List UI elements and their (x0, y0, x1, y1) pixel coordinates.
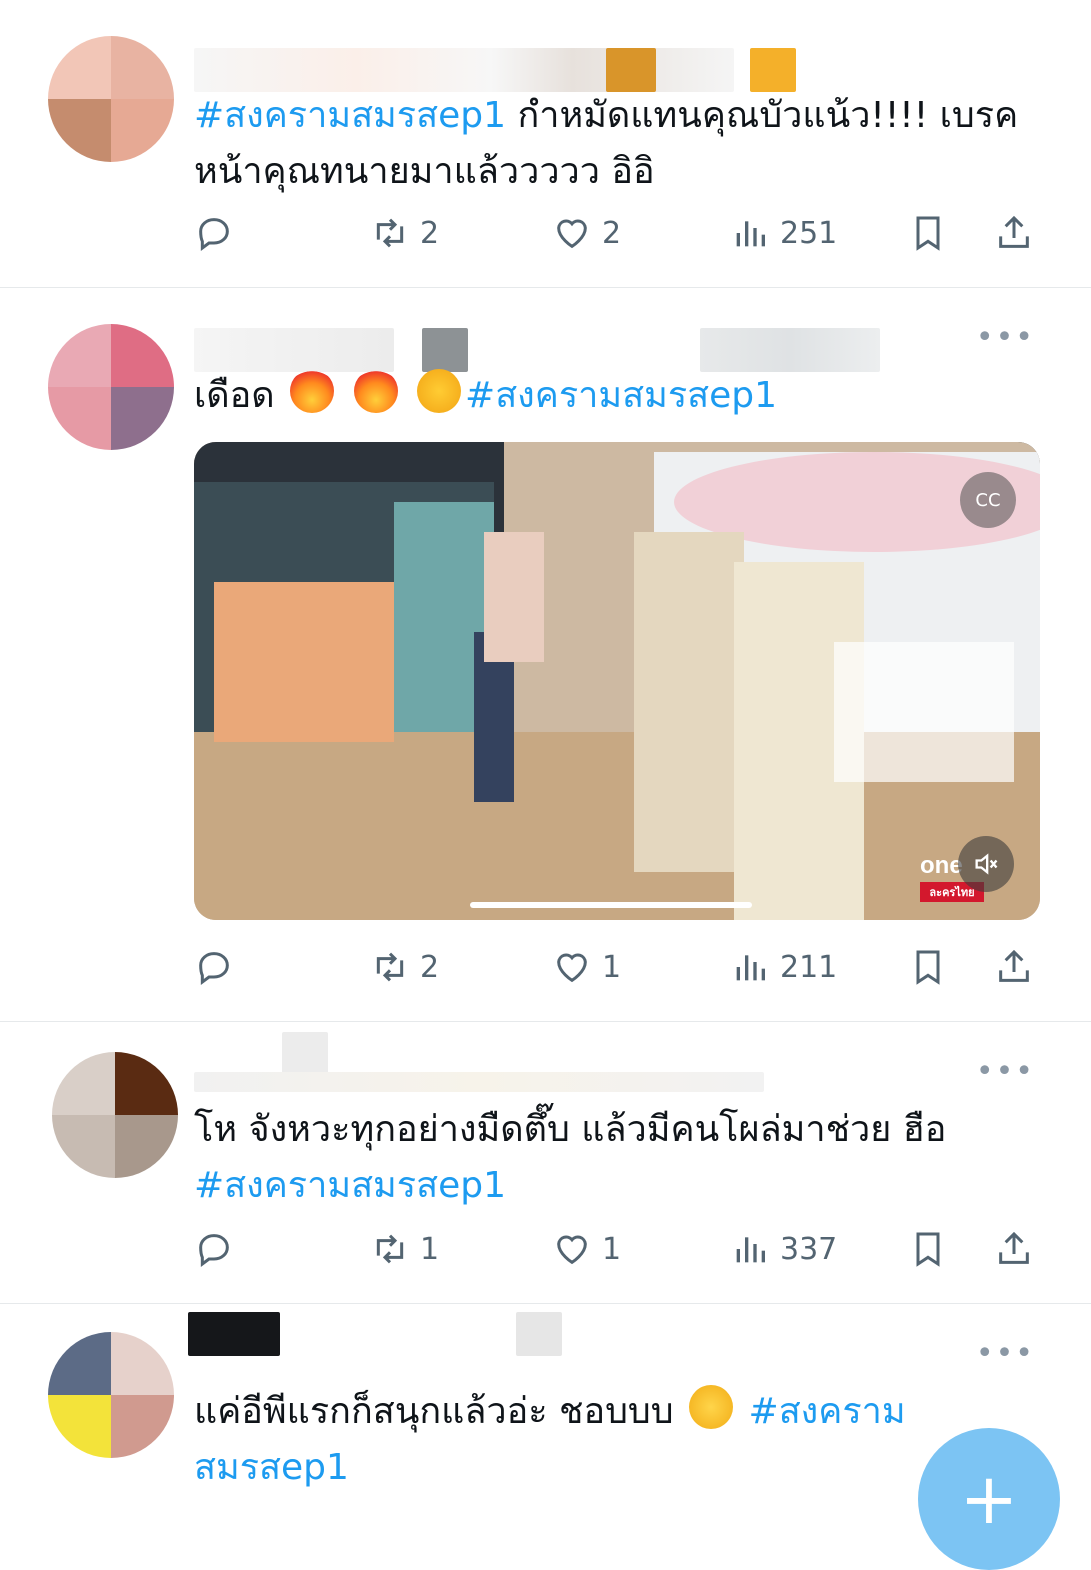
hashtag-link-continued[interactable]: สมรสep1 (194, 1447, 349, 1488)
action-bar: 2 1 211 (194, 942, 1054, 992)
compose-icon: + (959, 1458, 1019, 1540)
views-button[interactable]: 337 (730, 1224, 837, 1274)
bookmark-button[interactable] (908, 942, 948, 992)
views-icon (736, 955, 765, 981)
bookmark-icon (916, 1232, 940, 1267)
tweet-1[interactable]: #สงครามสมรสep1 กำหมัดแทนคุณบัวแน้ว!!!! เ… (0, 0, 1091, 287)
tweet-body: โห จังหวะทุกอย่างมืดตึ๊บ แล้วมีคนโผล่มาช… (194, 1109, 947, 1150)
views-icon (736, 1237, 765, 1263)
tweet-2[interactable]: ••• เดือด #สงครามสมรสep1 CC one ละครไทย (0, 288, 1091, 1022)
views-button[interactable]: 211 (730, 942, 837, 992)
bookmark-icon (916, 216, 940, 251)
tweet-body: เดือด (194, 375, 275, 416)
retweet-count: 2 (420, 215, 440, 251)
share-button[interactable] (994, 208, 1034, 258)
author-name-blurred[interactable] (188, 1312, 280, 1356)
avatar[interactable] (48, 36, 174, 162)
bookmark-button[interactable] (908, 208, 948, 258)
bookmark-button[interactable] (908, 1224, 948, 1274)
author-handle-blurred (700, 328, 880, 372)
like-count: 1 (602, 1231, 622, 1267)
video-player[interactable]: CC one ละครไทย (194, 442, 1040, 920)
author-handle-blurred (422, 328, 468, 372)
more-icon[interactable]: ••• (976, 323, 1035, 353)
compose-button[interactable]: + (918, 1428, 1060, 1570)
retweet-count: 2 (420, 949, 440, 985)
hashtag-link[interactable]: #สงครามสมรสep1 (465, 375, 777, 416)
tweet-3[interactable]: ••• โห จังหวะทุกอย่างมืดตึ๊บ แล้วมีคนโผล… (0, 1022, 1091, 1304)
captions-icon[interactable]: CC (960, 472, 1016, 528)
reply-button[interactable] (194, 1224, 234, 1274)
fire-emoji (290, 369, 335, 413)
author-handle-blurred (516, 1312, 562, 1356)
author-name-blurred[interactable] (194, 328, 394, 372)
author-handle-blurred (750, 48, 796, 92)
like-button[interactable]: 1 (552, 942, 621, 992)
avatar[interactable] (48, 1332, 174, 1458)
rolling-laughing-emoji (417, 369, 462, 413)
like-button[interactable]: 2 (552, 208, 621, 258)
video-frame (194, 442, 1040, 920)
retweet-icon (376, 218, 404, 248)
share-button[interactable] (994, 1224, 1034, 1274)
like-icon (557, 1235, 587, 1265)
tweet-body: แค่อีพีแรกก็สนุกแล้วอ่ะ ชอบบบ (194, 1391, 674, 1432)
reply-icon (199, 1234, 229, 1267)
retweet-count: 1 (420, 1231, 440, 1267)
retweet-button[interactable]: 2 (370, 942, 439, 992)
views-icon (736, 221, 765, 247)
view-count: 211 (780, 949, 838, 985)
reply-button[interactable] (194, 208, 234, 258)
like-count: 1 (602, 949, 622, 985)
retweet-icon (376, 1234, 404, 1264)
author-handle-blurred (606, 48, 656, 92)
view-count: 251 (780, 215, 838, 251)
retweet-button[interactable]: 2 (370, 208, 439, 258)
tweet-text: #สงครามสมรสep1 กำหมัดแทนคุณบัวแน้ว!!!! เ… (194, 88, 1043, 200)
author-name-blurred[interactable] (282, 1032, 328, 1076)
action-bar: 2 2 251 (194, 208, 1054, 258)
reply-button[interactable] (194, 942, 234, 992)
more-icon[interactable]: ••• (976, 1057, 1035, 1087)
like-count: 2 (602, 215, 622, 251)
avatar[interactable] (48, 324, 174, 450)
more-icon[interactable]: ••• (976, 1339, 1035, 1369)
share-icon (999, 949, 1029, 982)
reply-icon (199, 952, 229, 985)
hashtag-link[interactable]: #สงครามสมรสep1 (194, 95, 506, 136)
channel-badge-text: one (920, 852, 963, 879)
share-icon (999, 1231, 1029, 1264)
view-count: 337 (780, 1231, 838, 1267)
views-button[interactable]: 251 (730, 208, 837, 258)
like-icon (557, 953, 587, 983)
tweet-text: แค่อีพีแรกก็สนุกแล้วอ่ะ ชอบบบ #สงคราม สม… (194, 1384, 1043, 1496)
share-button[interactable] (994, 942, 1034, 992)
like-button[interactable]: 1 (552, 1224, 621, 1274)
author-handle-blurred (194, 1072, 764, 1092)
tweet-text: เดือด #สงครามสมรสep1 (194, 368, 1043, 424)
share-icon (999, 215, 1029, 248)
action-bar: 1 1 337 (194, 1224, 1054, 1274)
bookmark-icon (916, 950, 940, 985)
hashtag-link[interactable]: #สงครามสมรสep1 (194, 1158, 1043, 1214)
face-peeking-emoji (689, 1385, 734, 1429)
retweet-button[interactable]: 1 (370, 1224, 439, 1274)
hashtag-link[interactable]: #สงคราม (749, 1391, 906, 1432)
mute-icon[interactable] (958, 836, 1014, 892)
reply-icon (199, 218, 229, 251)
tweet-text: โห จังหวะทุกอย่างมืดตึ๊บ แล้วมีคนโผล่มาช… (194, 1102, 1043, 1214)
like-icon (557, 219, 587, 249)
retweet-icon (376, 952, 404, 982)
fire-emoji (353, 369, 398, 413)
avatar[interactable] (52, 1052, 178, 1178)
